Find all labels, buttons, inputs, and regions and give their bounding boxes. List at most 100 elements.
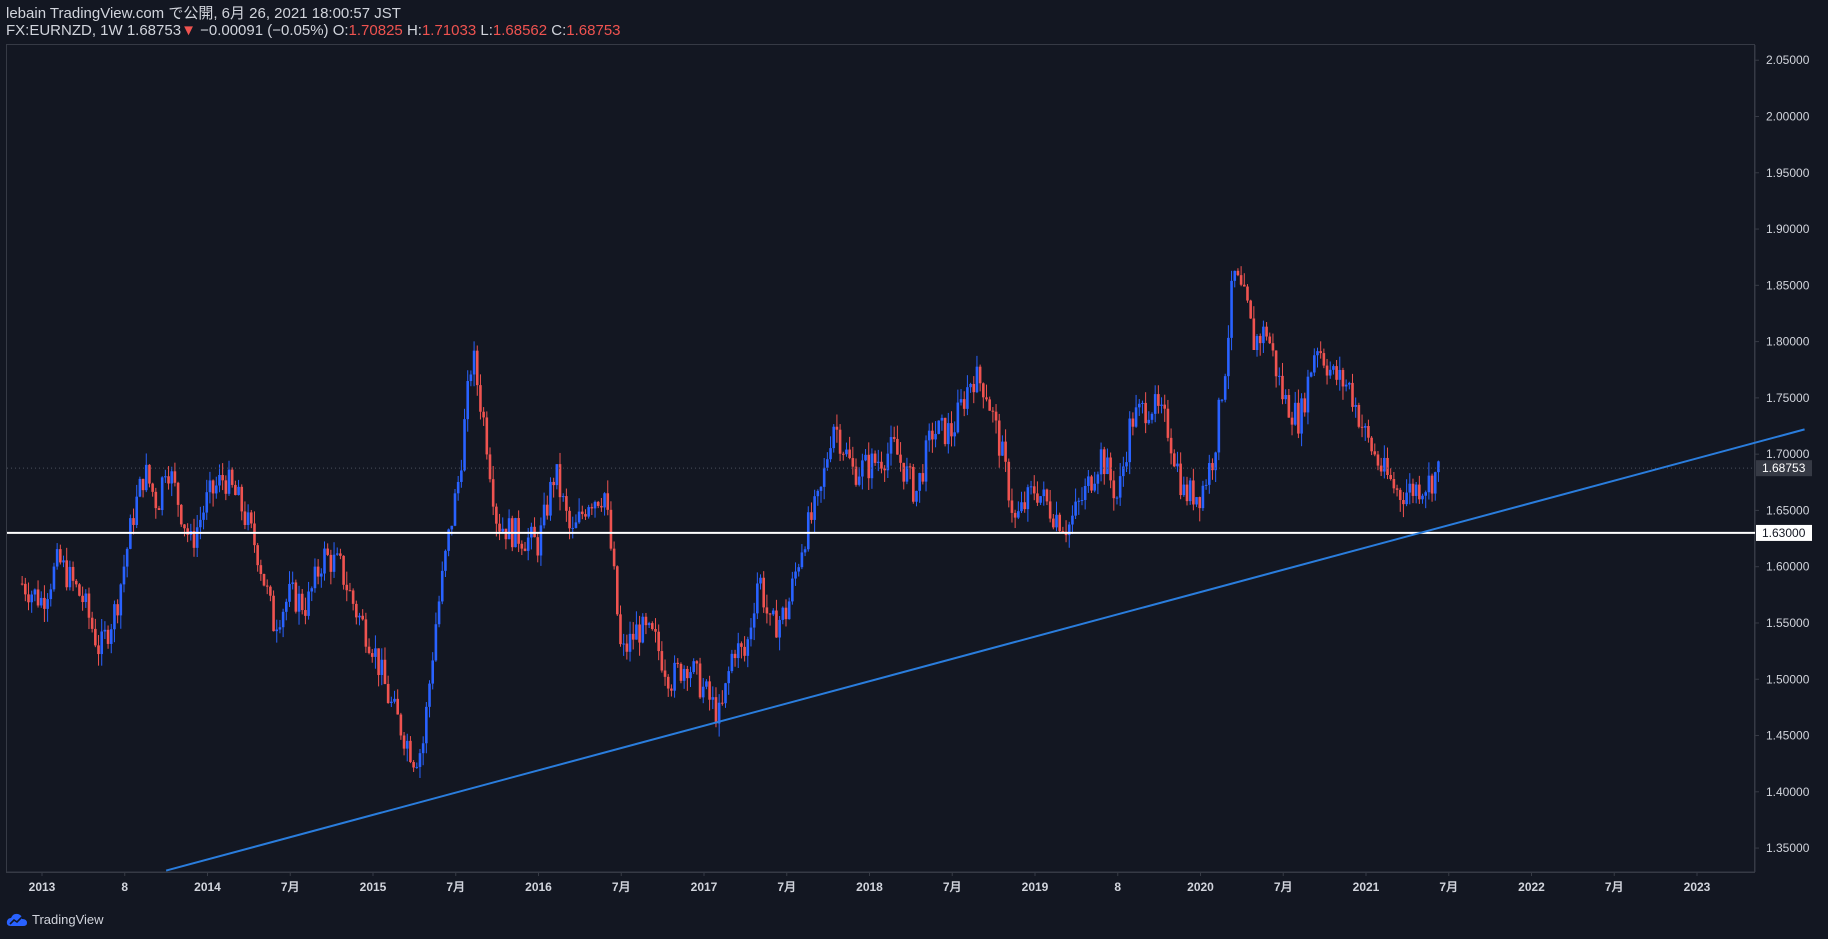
candle-body [55, 549, 59, 567]
candle-body [1309, 372, 1313, 377]
candle-body [1172, 453, 1176, 467]
candle-body [332, 554, 336, 572]
candle-body [956, 402, 960, 433]
candle-body [1169, 437, 1173, 454]
candle-body [1281, 375, 1284, 400]
candle-body [682, 668, 686, 681]
candle-body [125, 548, 129, 567]
candle-body [195, 527, 199, 548]
candle-body [638, 624, 641, 643]
candle-body [425, 706, 428, 744]
candle-body [294, 582, 298, 612]
candle-body [116, 604, 119, 616]
candle-body [975, 366, 979, 393]
candle-body [479, 385, 482, 412]
candle-body [1026, 487, 1030, 510]
candle-body [1131, 418, 1135, 427]
candle-body [561, 496, 565, 498]
candle-body [1141, 402, 1144, 404]
candle-body [654, 629, 657, 632]
candle-body [943, 417, 947, 445]
candle-body [65, 560, 68, 588]
candle-body [988, 399, 991, 411]
tradingview-logo[interactable]: TradingView [6, 912, 104, 927]
candle-body [542, 504, 546, 526]
candle-body [151, 483, 154, 492]
candle-body [813, 496, 816, 520]
candle-body [982, 383, 985, 398]
candle-body [679, 663, 683, 681]
candle-body [383, 659, 387, 684]
candle-body [991, 410, 995, 412]
x-tick-label: 2014 [194, 880, 221, 894]
candle-body [1207, 463, 1211, 485]
candle-body [224, 480, 228, 494]
candle-body [864, 454, 867, 461]
candle-body [899, 454, 902, 463]
candle-body [1373, 451, 1377, 455]
y-tick-label: 1.40000 [1766, 785, 1810, 799]
candle-body [409, 740, 412, 763]
candle-body [300, 593, 304, 611]
candle-body [507, 518, 511, 540]
candle-body [791, 578, 794, 602]
candle-body [549, 481, 552, 516]
candle-body [412, 762, 415, 768]
candle-body [71, 566, 75, 581]
candle-body [1195, 497, 1198, 505]
candle-body [1157, 394, 1160, 406]
candle-body [87, 593, 91, 618]
candle-body [33, 589, 37, 595]
candle-body [456, 481, 460, 494]
candle-body [670, 688, 673, 691]
candle-body [896, 438, 899, 455]
candle-body [1357, 405, 1361, 427]
candle-body [179, 504, 183, 525]
candle-body [1278, 375, 1281, 377]
candle-body [103, 629, 107, 632]
candle-body [1004, 441, 1007, 462]
candle-body [784, 607, 788, 620]
candle-body [736, 643, 740, 659]
candlestick-chart[interactable]: 1.35000 1.40000 1.45000 1.50000 1.55000 1.600… [0, 0, 1828, 939]
candle-body [351, 590, 355, 604]
candle-body [1010, 500, 1014, 513]
candle-body [787, 601, 791, 620]
x-tick-label: 2017 [691, 880, 718, 894]
candle-body [285, 601, 288, 612]
candle-body [609, 509, 613, 549]
candle-body [1223, 376, 1227, 400]
candle-body [756, 583, 759, 614]
candle-body [214, 485, 218, 494]
candle-body [689, 672, 692, 679]
candle-body [1020, 502, 1023, 512]
candle-body [666, 676, 670, 689]
candle-body [619, 614, 622, 645]
candle-body [1258, 336, 1262, 344]
candle-body [1367, 426, 1370, 438]
x-tick-label: 7月 [1439, 880, 1458, 894]
candle-body [606, 493, 610, 510]
candle-body [1090, 476, 1093, 491]
ascending-trendline [165, 428, 1805, 872]
x-tick-label: 2020 [1187, 880, 1214, 894]
x-tick-label: 2015 [360, 880, 387, 894]
x-tick-label: 2023 [1684, 880, 1711, 894]
candle-body [453, 493, 457, 526]
candle-body [440, 570, 444, 602]
candle-body [1036, 493, 1039, 503]
candle-body [765, 607, 769, 614]
candle-body [1125, 462, 1128, 467]
candle-body [1303, 398, 1307, 413]
candle-body [1042, 489, 1046, 497]
candle-body [1106, 457, 1109, 475]
candle-body [1274, 350, 1278, 377]
candle-body [358, 615, 361, 618]
candle-body [24, 583, 27, 595]
candle-body [883, 468, 886, 471]
candle-body [1437, 461, 1440, 473]
candle-body [1255, 336, 1259, 350]
y-tick-label: 1.90000 [1766, 222, 1810, 236]
candle-body [555, 464, 559, 486]
candle-body [915, 490, 918, 502]
